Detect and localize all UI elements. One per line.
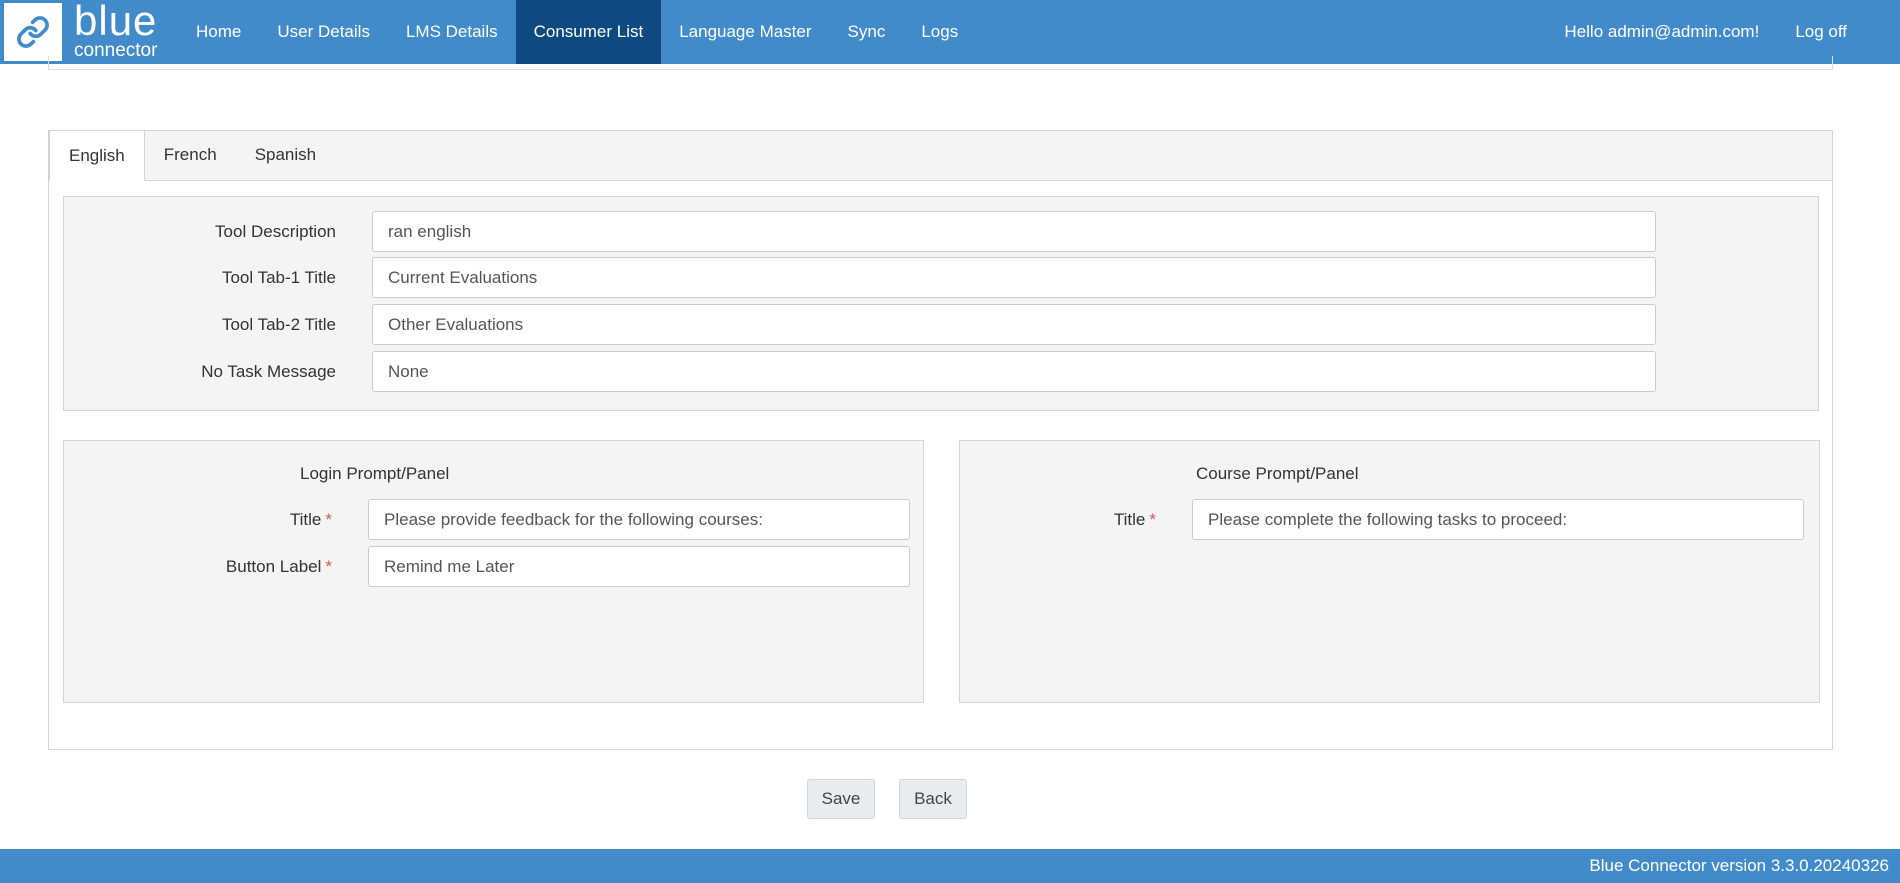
tool-tab2-input[interactable]: Other Evaluations <box>372 304 1656 345</box>
version-text: Blue Connector version 3.3.0.20240326 <box>1589 856 1889 875</box>
brand[interactable]: blue connector <box>0 0 180 64</box>
login-title-input[interactable]: Please provide feedback for the followin… <box>368 499 910 540</box>
tool-settings-panel: Tool Description ran english Tool Tab-1 … <box>63 196 1819 411</box>
no-task-message-input[interactable]: None <box>372 351 1656 392</box>
nav-sync[interactable]: Sync <box>830 0 904 64</box>
tab-spanish[interactable]: Spanish <box>236 130 335 180</box>
top-navbar: blue connector Home User Details LMS Det… <box>0 0 1900 64</box>
no-task-message-row: No Task Message None <box>64 351 1656 392</box>
login-prompt-panel: Login Prompt/Panel Title * Please provide… <box>63 440 924 703</box>
user-nav: Hello admin@admin.com! Log off <box>1546 0 1900 64</box>
tool-tab1-input[interactable]: Current Evaluations <box>372 257 1656 298</box>
nav-lms-details[interactable]: LMS Details <box>388 0 516 64</box>
brand-wordmark: blue connector <box>74 0 158 61</box>
tool-tab2-row: Tool Tab-2 Title Other Evaluations <box>64 304 1656 345</box>
required-asterisk: * <box>325 509 332 529</box>
course-prompt-panel: Course Prompt/Panel Title * Please comple… <box>959 440 1820 703</box>
login-button-label-row: Button Label * Remind me Later <box>64 546 910 587</box>
nav-user-details[interactable]: User Details <box>259 0 388 64</box>
no-task-message-label: No Task Message <box>201 361 336 381</box>
tool-description-label: Tool Description <box>215 221 336 241</box>
course-title-input[interactable]: Please complete the following tasks to p… <box>1192 499 1804 540</box>
login-panel-heading: Login Prompt/Panel <box>300 464 450 483</box>
course-title-row: Title * Please complete the following tas… <box>960 499 1804 540</box>
tool-tab1-row: Tool Tab-1 Title Current Evaluations <box>64 257 1656 298</box>
main-nav: Home User Details LMS Details Consumer L… <box>178 0 976 64</box>
required-asterisk: * <box>325 556 332 576</box>
tab-strip: English French Spanish <box>49 130 1832 181</box>
language-tabs-container: English French Spanish Tool Description … <box>48 130 1833 750</box>
brand-name: blue <box>74 0 158 44</box>
tool-tab1-label: Tool Tab-1 Title <box>221 267 336 287</box>
tool-tab2-label: Tool Tab-2 Title <box>221 314 336 334</box>
nav-language-master[interactable]: Language Master <box>661 0 829 64</box>
footer: Blue Connector version 3.3.0.20240326 <box>0 849 1900 883</box>
login-title-row: Title * Please provide feedback for the f… <box>64 499 910 540</box>
save-button[interactable]: Save <box>807 779 875 819</box>
tool-description-input[interactable]: ran english <box>372 211 1656 252</box>
login-title-label: Title * <box>64 510 332 530</box>
nav-logs[interactable]: Logs <box>903 0 976 64</box>
tool-description-row: Tool Description ran english <box>64 211 1656 252</box>
previous-section-border <box>48 56 1833 70</box>
login-title-label-text: Title <box>289 509 322 529</box>
login-button-label-label: Button Label * <box>64 557 332 577</box>
user-greeting-link[interactable]: Hello admin@admin.com! <box>1546 0 1777 64</box>
link-chain-icon <box>4 3 62 61</box>
course-title-label: Title * <box>960 510 1156 530</box>
tab-english[interactable]: English <box>49 130 145 181</box>
login-button-label-text: Button Label <box>225 556 322 576</box>
nav-home[interactable]: Home <box>178 0 259 64</box>
course-panel-heading: Course Prompt/Panel <box>1196 464 1359 483</box>
back-button[interactable]: Back <box>899 779 967 819</box>
login-button-label-input[interactable]: Remind me Later <box>368 546 910 587</box>
course-title-label-text: Title <box>1113 509 1146 529</box>
tab-french[interactable]: French <box>145 130 236 180</box>
nav-consumer-list[interactable]: Consumer List <box>515 0 662 64</box>
logoff-link[interactable]: Log off <box>1777 0 1865 64</box>
required-asterisk: * <box>1149 509 1156 529</box>
